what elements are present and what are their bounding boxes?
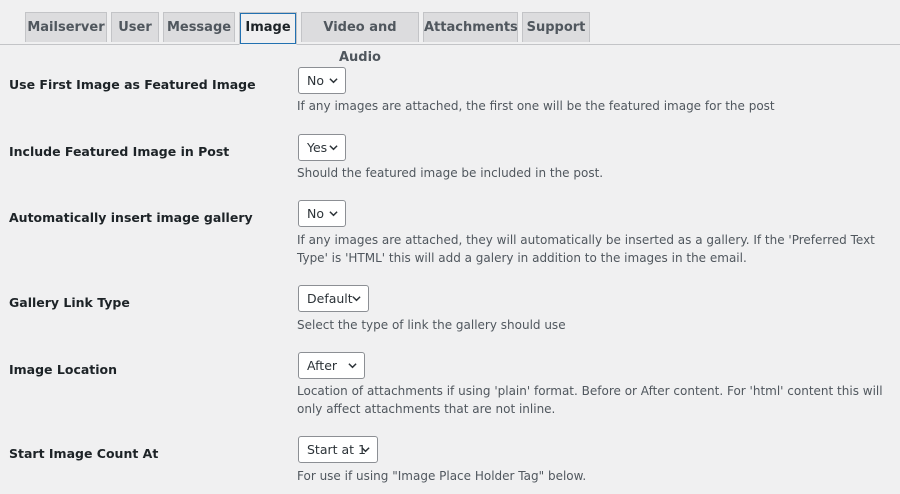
chevron-down-icon bbox=[361, 447, 370, 453]
setting-label: Start Image Count At bbox=[9, 446, 159, 461]
tab-video-and-audio[interactable]: Video and Audio bbox=[301, 12, 419, 65]
setting-description: If any images are attached, they will au… bbox=[297, 233, 875, 265]
chevron-down-icon bbox=[329, 145, 338, 151]
include-featured-image-select[interactable]: Yes bbox=[298, 134, 346, 161]
tab-message[interactable]: Message bbox=[163, 12, 235, 42]
tab-attachments[interactable]: Attachments bbox=[423, 12, 518, 42]
tab-image[interactable]: Image bbox=[239, 12, 297, 45]
setting-description: Should the featured image be included in… bbox=[297, 166, 604, 180]
setting-description: For use if using "Image Place Holder Tag… bbox=[297, 469, 587, 483]
setting-description: If any images are attached, the first on… bbox=[297, 99, 775, 113]
select-value: After bbox=[307, 358, 338, 373]
chevron-down-icon bbox=[352, 296, 361, 302]
setting-label: Include Featured Image in Post bbox=[9, 144, 230, 159]
settings-tab-bar: Mailserver User Message Image Video and … bbox=[0, 0, 900, 65]
setting-description: Location of attachments if using 'plain'… bbox=[297, 384, 883, 416]
setting-label: Gallery Link Type bbox=[9, 295, 130, 310]
select-value: No bbox=[307, 73, 324, 88]
select-value: Yes bbox=[307, 140, 328, 155]
chevron-down-icon bbox=[329, 211, 338, 217]
setting-description: Select the type of link the gallery shou… bbox=[297, 318, 566, 332]
tab-support[interactable]: Support bbox=[522, 12, 590, 42]
auto-insert-gallery-select[interactable]: No bbox=[298, 200, 346, 227]
setting-label: Automatically insert image gallery bbox=[9, 210, 253, 225]
tab-user[interactable]: User bbox=[111, 12, 159, 42]
tab-mailserver[interactable]: Mailserver bbox=[25, 12, 107, 42]
image-location-select[interactable]: After bbox=[298, 352, 365, 379]
setting-label: Image Location bbox=[9, 362, 118, 377]
select-value: Start at 1 bbox=[307, 442, 366, 457]
chevron-down-icon bbox=[329, 78, 338, 84]
select-value: No bbox=[307, 206, 324, 221]
chevron-down-icon bbox=[348, 363, 357, 369]
first-image-featured-select[interactable]: No bbox=[298, 67, 346, 94]
select-value: Default bbox=[307, 291, 353, 306]
start-image-count-select[interactable]: Start at 1 bbox=[298, 436, 378, 463]
gallery-link-type-select[interactable]: Default bbox=[298, 285, 369, 312]
setting-label: Use First Image as Featured Image bbox=[9, 77, 256, 92]
